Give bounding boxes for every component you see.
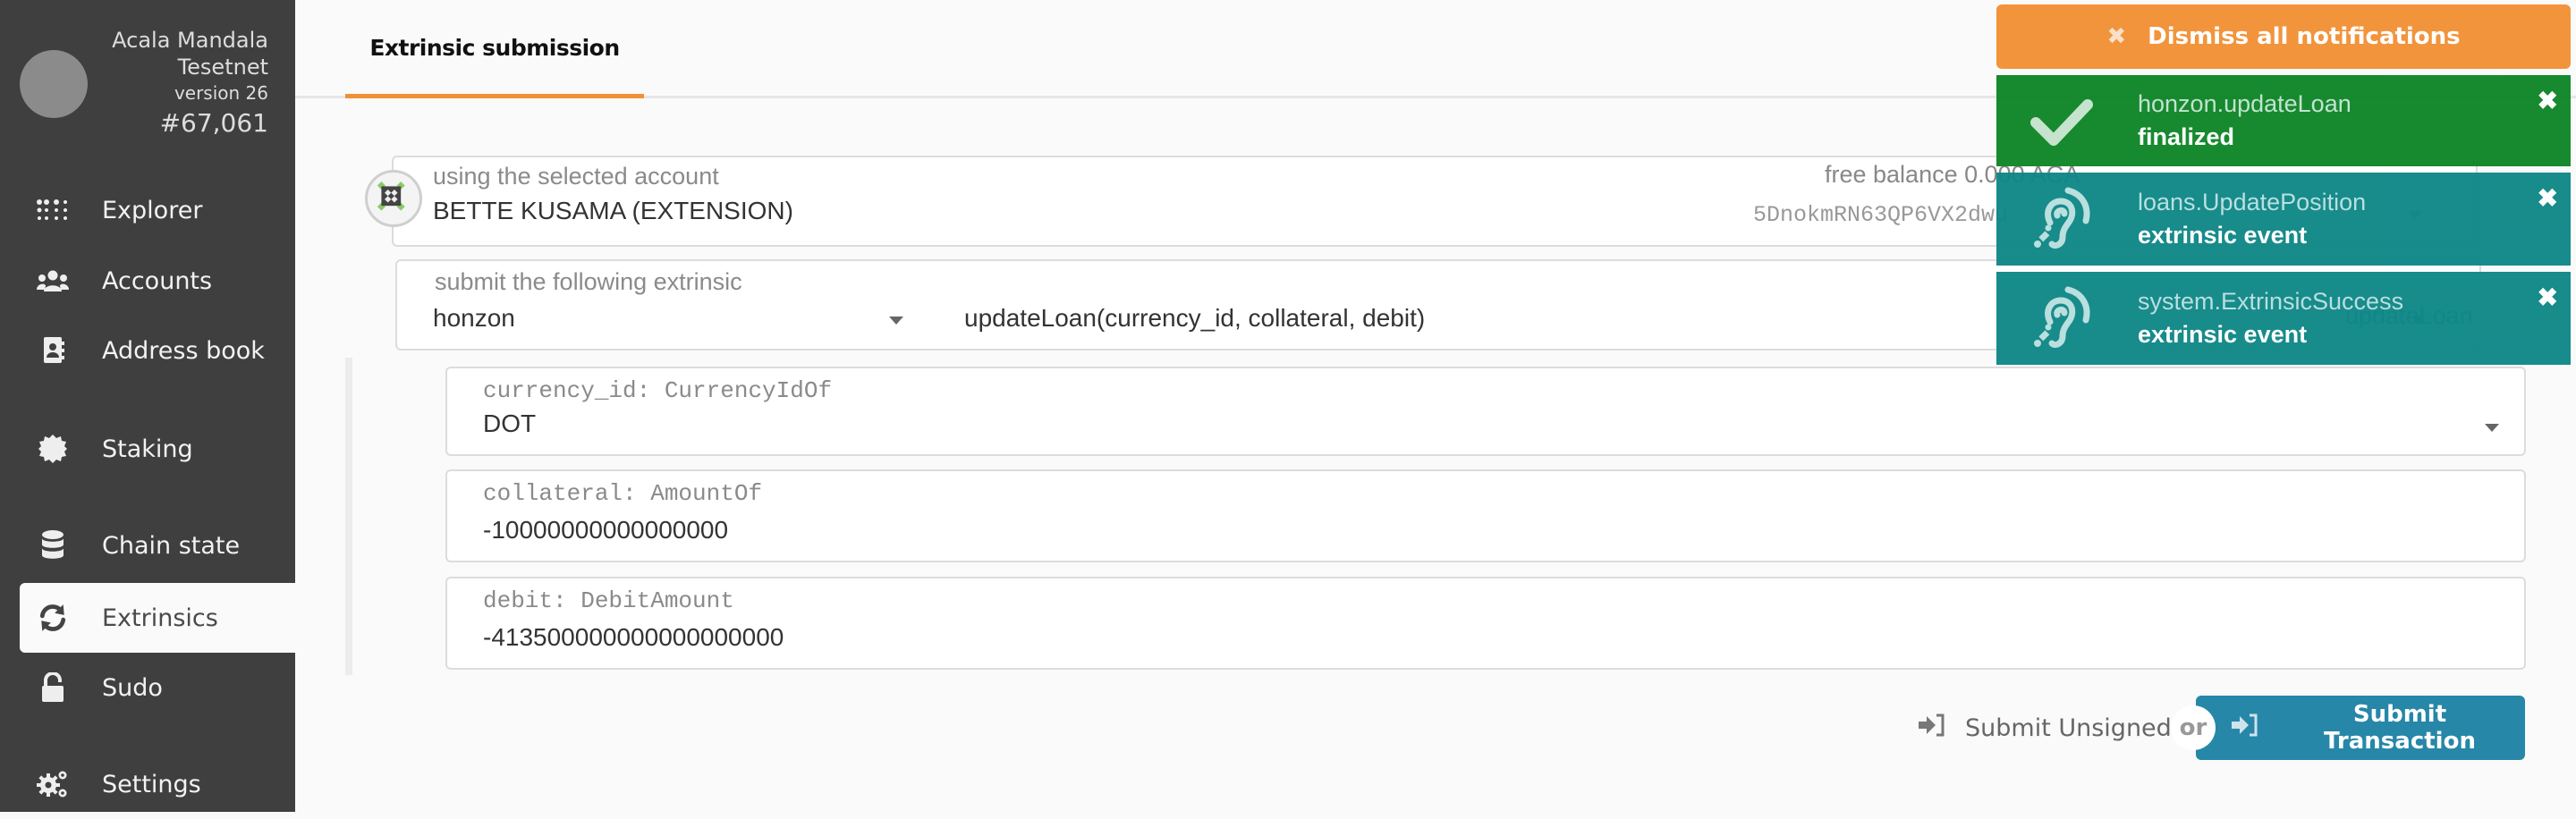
- chain-name: Acala Mandala: [112, 28, 268, 53]
- chevron-down-icon[interactable]: [2485, 424, 2499, 432]
- notification-item: system.ExtrinsicSuccess extrinsic event …: [1996, 272, 2571, 365]
- sidebar-item-label: Explorer: [102, 196, 203, 224]
- account-selector-label: using the selected account: [433, 163, 719, 190]
- submit-transaction-button[interactable]: Submit Transaction: [2196, 696, 2525, 760]
- chain-logo[interactable]: [20, 50, 88, 118]
- explorer-dots-icon: [36, 195, 70, 225]
- address-book-icon: [36, 335, 70, 366]
- param-currency-id[interactable]: currency_id: CurrencyIdOf DOT: [445, 367, 2526, 456]
- chain-name-line2: Tesetnet: [177, 55, 268, 80]
- param-collateral[interactable]: collateral: AmountOf -10000000000000000: [445, 469, 2526, 562]
- param-input[interactable]: -10000000000000000: [483, 516, 728, 545]
- notification-status: extrinsic event: [2138, 222, 2308, 249]
- account-identicon[interactable]: [365, 170, 422, 227]
- notification-item: loans.UpdatePosition extrinsic event ✖: [1996, 173, 2571, 266]
- chain-version: version 26: [174, 82, 268, 104]
- sidebar-item-staking[interactable]: Staking: [20, 414, 295, 484]
- account-name: BETTE KUSAMA (EXTENSION): [433, 197, 793, 224]
- or-separator: or: [2171, 705, 2216, 750]
- sidebar-item-settings[interactable]: Settings: [20, 749, 295, 819]
- method-dropdown[interactable]: updateLoan(currency_id, collateral, debi…: [964, 304, 1425, 333]
- database-icon: [36, 530, 70, 561]
- section-chevron-down-icon[interactable]: [889, 317, 903, 325]
- sidebar-item-extrinsics[interactable]: Extrinsics: [20, 583, 295, 653]
- sidebar-item-label: Address book: [102, 336, 265, 365]
- dismiss-all-label: Dismiss all notifications: [2148, 23, 2461, 50]
- sidebar: Acala Mandala Tesetnet version 26 #67,06…: [0, 0, 295, 812]
- ear-listen-icon: [2021, 183, 2102, 255]
- sidebar-item-label: Chain state: [102, 531, 241, 560]
- param-debit[interactable]: debit: DebitAmount -41350000000000000000…: [445, 577, 2526, 670]
- sidebar-item-label: Accounts: [102, 266, 213, 295]
- close-notification-icon[interactable]: ✖: [2538, 183, 2558, 213]
- param-value: DOT: [483, 410, 537, 437]
- notification-status: finalized: [2138, 123, 2235, 150]
- sidebar-item-accounts[interactable]: Accounts: [20, 246, 295, 316]
- users-icon: [36, 266, 70, 296]
- param-label: collateral: AmountOf: [483, 480, 763, 507]
- sidebar-item-label: Settings: [102, 770, 201, 798]
- sign-in-icon: [1919, 713, 1945, 743]
- sidebar-item-explorer[interactable]: Explorer: [20, 175, 295, 245]
- sync-icon: [36, 603, 70, 633]
- close-icon: ✖: [2106, 23, 2127, 50]
- params-rail: [345, 358, 352, 675]
- param-label: debit: DebitAmount: [483, 587, 734, 614]
- sign-in-icon: [2232, 713, 2258, 743]
- submit-unsigned-button[interactable]: Submit Unsigned: [1919, 696, 2172, 760]
- tab-extrinsic-submission[interactable]: Extrinsic submission: [345, 0, 644, 98]
- close-notification-icon[interactable]: ✖: [2538, 283, 2558, 312]
- notification-status: extrinsic event: [2138, 321, 2308, 348]
- close-notification-icon[interactable]: ✖: [2538, 86, 2558, 115]
- submit-transaction-label: Submit Transaction: [2324, 701, 2476, 755]
- param-input[interactable]: -413500000000000000000: [483, 623, 784, 652]
- section-dropdown[interactable]: honzon: [433, 304, 916, 340]
- sidebar-item-label: Sudo: [102, 673, 163, 702]
- notification-title: system.ExtrinsicSuccess: [2138, 288, 2404, 315]
- sidebar-item-label: Staking: [102, 435, 193, 463]
- chain-info[interactable]: Acala Mandala Tesetnet version 26 #67,06…: [112, 27, 268, 139]
- ear-listen-icon: [2021, 283, 2102, 354]
- method-value: updateLoan(currency_id, collateral, debi…: [964, 304, 1426, 332]
- best-block-number: #67,061: [159, 108, 268, 138]
- extrinsic-selector-label: submit the following extrinsic: [435, 268, 742, 295]
- account-address: 5DnokmRN63QP6VX2dwu: [1753, 202, 2009, 228]
- section-value: honzon: [433, 304, 515, 332]
- notification-title: loans.UpdatePosition: [2138, 189, 2367, 215]
- sidebar-item-label: Extrinsics: [102, 604, 218, 632]
- cogs-icon: [36, 769, 70, 799]
- unlock-icon: [36, 672, 70, 703]
- notification-item: honzon.updateLoan finalized ✖: [1996, 75, 2571, 166]
- notifications-panel: ✖ Dismiss all notifications honzon.updat…: [1996, 4, 2571, 365]
- sidebar-item-address-book[interactable]: Address book: [20, 316, 295, 385]
- dismiss-all-notifications-button[interactable]: ✖ Dismiss all notifications: [1996, 4, 2571, 69]
- sidebar-item-chain-state[interactable]: Chain state: [20, 511, 295, 580]
- check-icon: [2021, 85, 2102, 156]
- param-label: currency_id: CurrencyIdOf: [483, 377, 833, 404]
- sidebar-item-sudo[interactable]: Sudo: [20, 653, 295, 722]
- certificate-icon: [36, 434, 70, 464]
- submit-unsigned-label: Submit Unsigned: [1965, 713, 2172, 742]
- notification-title: honzon.updateLoan: [2138, 90, 2351, 117]
